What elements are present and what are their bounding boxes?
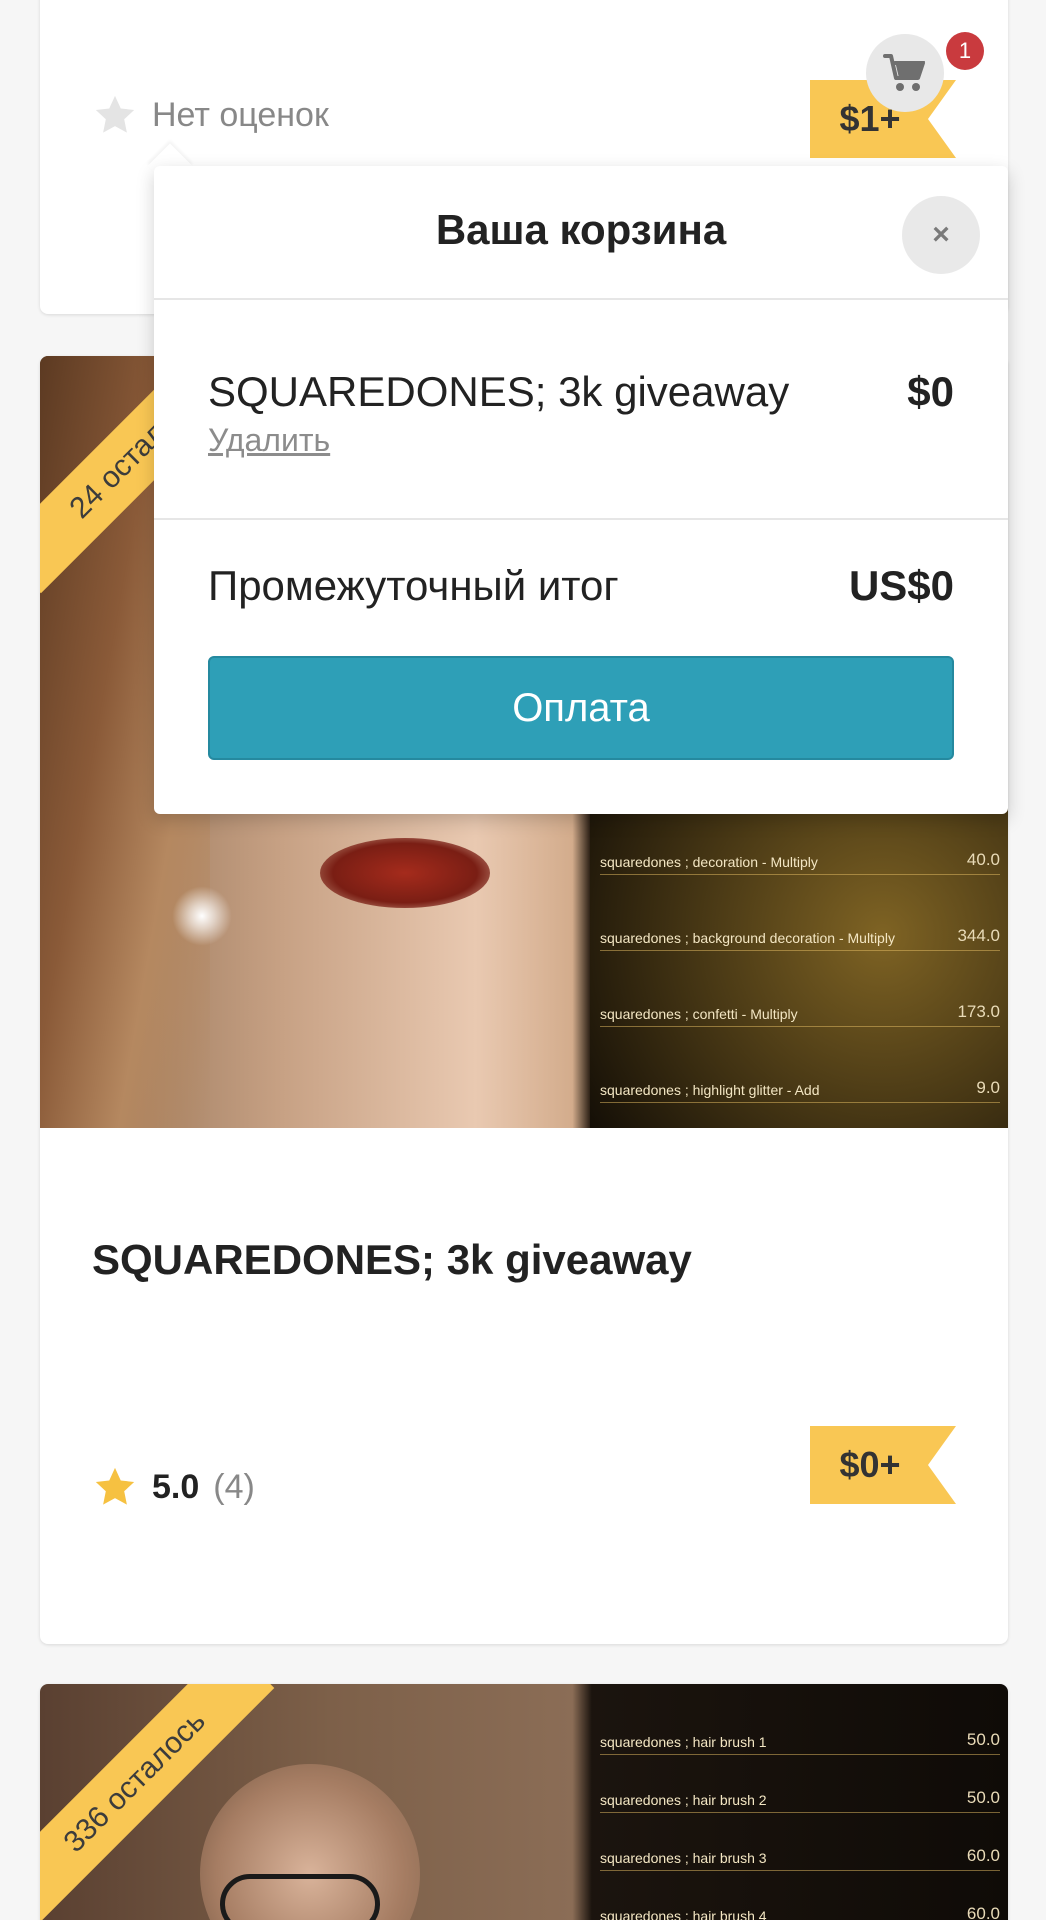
product-rating: 5.0 (4) <box>92 1464 255 1510</box>
image-lips <box>320 838 490 908</box>
brush-preview-row: squaredones ; background decoration - Mu… <box>600 926 1000 951</box>
product-rating: Нет оценок <box>92 92 329 138</box>
close-button[interactable]: × <box>902 196 980 274</box>
product-list-page: Нет оценок $1+ squaredones ; decoration … <box>0 0 1046 1920</box>
brush-preview-row: squaredones ; highlight glitter - Add 9.… <box>600 1078 1000 1103</box>
cart-header: Ваша корзина × <box>154 166 1008 300</box>
cart-item: SQUAREDONES; 3k giveaway $0 Удалить <box>154 300 1008 520</box>
rating-score: 5.0 <box>152 1467 200 1506</box>
brush-preview-row: squaredones ; hair brush 3 60.0 <box>600 1846 1000 1871</box>
cart-count-badge: 1 <box>946 32 984 70</box>
product-title[interactable]: SQUAREDONES; 3k giveaway <box>92 1236 692 1284</box>
rating-text: Нет оценок <box>152 95 329 134</box>
close-icon: × <box>932 218 950 251</box>
cart-title: Ваша корзина <box>435 206 727 253</box>
price-tag: $0+ <box>810 1426 956 1504</box>
star-filled-icon <box>95 1467 135 1505</box>
brush-preview-row: squaredones ; hair brush 1 50.0 <box>600 1730 1000 1755</box>
brush-preview-row: squaredones ; hair brush 2 50.0 <box>600 1788 1000 1813</box>
cart-icon <box>883 54 925 91</box>
brush-preview-row: squaredones ; hair brush 4 60.0 <box>600 1904 1000 1920</box>
product-card[interactable]: squaredones ; hair brush 1 50.0 squaredo… <box>40 1684 1008 1920</box>
cart-item-price: $0 <box>907 368 954 415</box>
subtotal-value: US$0 <box>848 562 954 609</box>
star-empty-icon <box>95 95 135 133</box>
subtotal-label: Промежуточный итог <box>208 562 619 609</box>
product-image[interactable]: squaredones ; hair brush 1 50.0 squaredo… <box>40 1684 1008 1920</box>
remove-link[interactable]: Удалить <box>208 422 330 459</box>
rating-count: (4) <box>213 1467 255 1506</box>
brush-preview-row: squaredones ; decoration - Multiply 40.0 <box>600 850 1000 875</box>
checkout-button[interactable]: Оплата <box>208 656 954 760</box>
cart-item-name[interactable]: SQUAREDONES; 3k giveaway <box>208 368 789 416</box>
image-sparkle <box>172 886 232 946</box>
price-value: $0+ <box>839 1444 901 1485</box>
cart-popover: Ваша корзина × SQUAREDONES; 3k giveaway … <box>154 166 1008 814</box>
cart-button[interactable] <box>866 34 944 112</box>
brush-preview-row: squaredones ; confetti - Multiply 173.0 <box>600 1002 1000 1027</box>
image-glasses <box>220 1874 380 1920</box>
